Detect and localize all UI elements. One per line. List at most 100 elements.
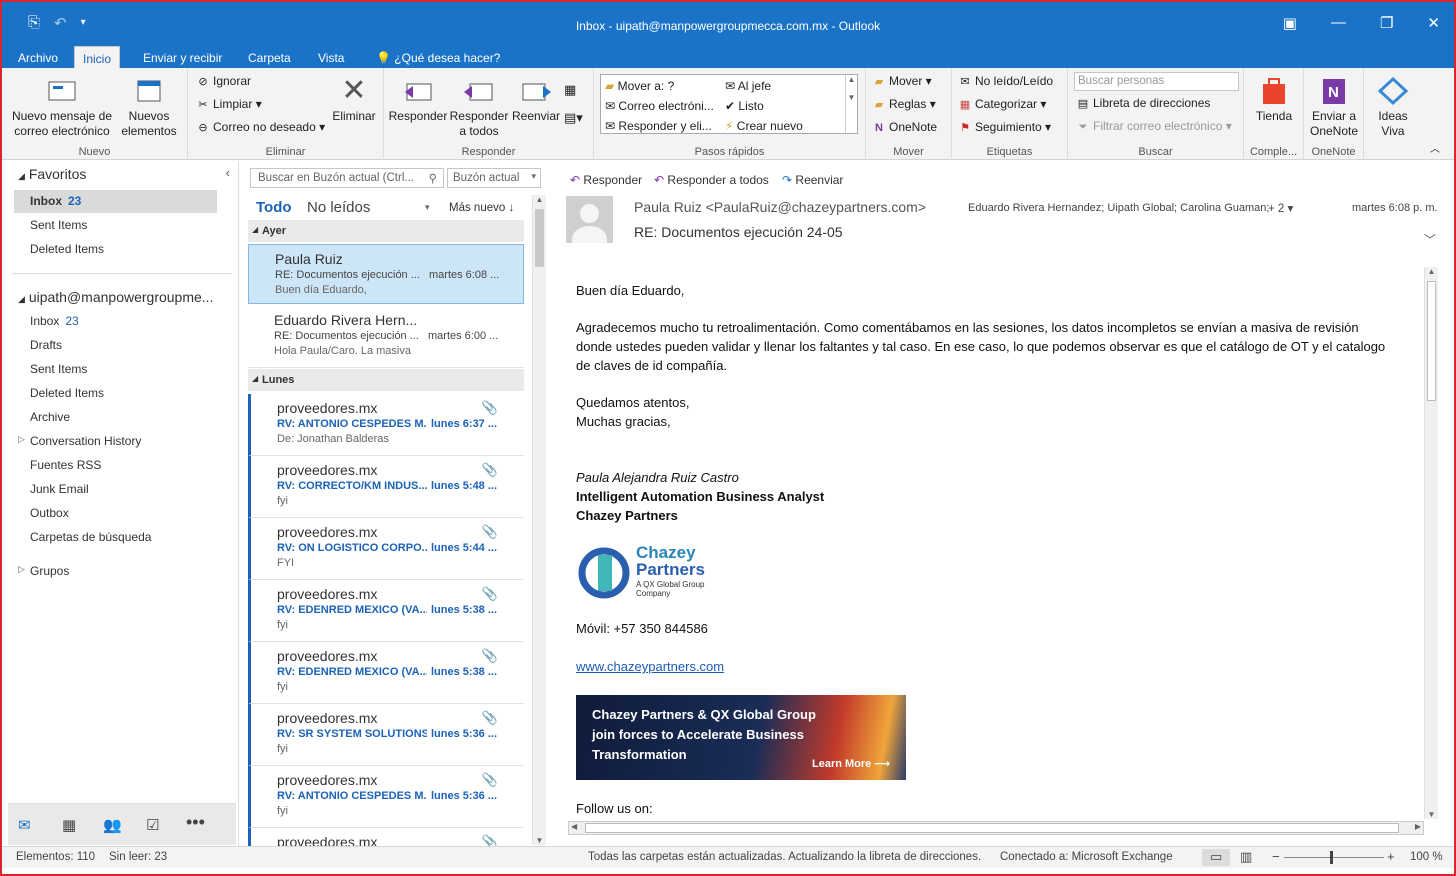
calendar-icon[interactable]: ▦: [62, 816, 76, 834]
folder-search-folders[interactable]: Carpetas de búsqueda: [30, 530, 151, 544]
junk-button[interactable]: ⊖ Correo no deseado ▾: [196, 120, 325, 134]
people-icon[interactable]: 👥: [103, 816, 122, 834]
tasks-icon[interactable]: ☑: [146, 816, 159, 834]
scroll-left-icon[interactable]: ◀: [571, 822, 577, 831]
list-item[interactable]: proveedores.mx 📎 RV: ANTONIO CESPEDES M.…: [248, 394, 524, 456]
zoom-out-icon[interactable]: −: [1272, 849, 1280, 864]
minimize-icon[interactable]: —: [1331, 14, 1346, 32]
tell-me-search[interactable]: 💡 ¿Qué desea hacer?: [368, 46, 508, 68]
sender-address[interactable]: Paula Ruiz <PaulaRuiz@chazeypartners.com…: [634, 199, 926, 215]
collapse-ribbon-icon[interactable]: ︿: [1430, 140, 1440, 155]
new-items-button[interactable]: Nuevos elementos: [114, 76, 184, 139]
delete-button[interactable]: ✕ Eliminar: [330, 76, 378, 124]
expand-header-icon[interactable]: ﹀: [1424, 231, 1436, 248]
send-to-onenote-button[interactable]: N Enviar a OneNote: [1306, 76, 1362, 139]
tab-enviar-recibir[interactable]: Enviar y recibir: [135, 46, 230, 68]
folder-drafts[interactable]: Drafts: [30, 338, 62, 352]
folder-sent-items[interactable]: Sent Items: [30, 362, 87, 376]
list-item[interactable]: proveedores.mx 📎 RV: ANTONIO CESPEDES M.…: [248, 766, 524, 828]
new-email-button[interactable]: Nuevo mensaje de correo electrónico: [10, 76, 114, 139]
scroll-down-icon[interactable]: ▼: [1425, 810, 1438, 819]
restore-icon[interactable]: ❐: [1380, 14, 1393, 32]
scroll-up-icon[interactable]: ▲: [533, 195, 546, 204]
move-button[interactable]: ▰ Mover ▾: [872, 74, 932, 88]
search-mailbox-input[interactable]: Buscar en Buzón actual (Ctrl... ⚲: [250, 168, 444, 188]
reply-all-button[interactable]: Responder a todos: [448, 76, 510, 139]
address-book-button[interactable]: ▤ Libreta de direcciones: [1076, 96, 1211, 110]
zoom-in-icon[interactable]: +: [1387, 849, 1395, 864]
favorite-sent-items[interactable]: Sent Items: [30, 218, 87, 232]
zoom-slider[interactable]: [1284, 857, 1384, 858]
list-item[interactable]: proveedores.mx 📎: [248, 828, 524, 846]
quickstep-create-new[interactable]: ⚡ Crear nuevo: [725, 119, 803, 133]
tab-carpeta[interactable]: Carpeta: [240, 46, 299, 68]
followup-button[interactable]: ⚑ Seguimiento ▾: [958, 120, 1051, 134]
filter-chevron-icon[interactable]: ▾: [425, 202, 430, 213]
list-item[interactable]: proveedores.mx 📎 RV: CORRECTO/KM INDUS..…: [248, 456, 524, 518]
group-header-monday[interactable]: ◢ Lunes: [248, 369, 524, 391]
filter-all[interactable]: Todo: [256, 199, 292, 216]
list-item[interactable]: Paula Ruiz RE: Documentos ejecución ... …: [248, 244, 524, 304]
quickstep-reply-delete[interactable]: ✉ Responder y eli...: [605, 119, 712, 133]
scroll-right-icon[interactable]: ▶: [1415, 822, 1421, 831]
list-item[interactable]: proveedores.mx 📎 RV: EDENRED MEXICO (VA.…: [248, 642, 524, 704]
reading-hscrollbar[interactable]: ◀ ▶: [568, 821, 1424, 835]
quick-steps-scroll[interactable]: ▲ ▼: [845, 75, 857, 133]
collapse-pane-icon[interactable]: ‹: [226, 165, 230, 180]
learn-more-link[interactable]: Learn More ⟶: [812, 757, 890, 770]
reading-view-icon[interactable]: ▥: [1240, 849, 1252, 865]
quickstep-to-boss[interactable]: ✉ Al jefe: [725, 79, 771, 93]
reading-scrollbar[interactable]: ▲ ▼: [1424, 267, 1438, 819]
reading-reply-button[interactable]: ↶ Responder: [570, 173, 642, 187]
clean-button[interactable]: ✂ Limpiar ▾: [196, 97, 261, 111]
unread-read-button[interactable]: ✉ No leído/Leído: [958, 74, 1053, 88]
reading-reply-all-button[interactable]: ↶ Responder a todos: [654, 173, 769, 187]
expand-triangle-icon[interactable]: ▷: [18, 434, 25, 445]
search-people-input[interactable]: Buscar personas: [1074, 72, 1239, 91]
expand-triangle-icon[interactable]: ▷: [18, 564, 25, 575]
groups-header[interactable]: ▷ Grupos: [18, 564, 69, 578]
promo-banner[interactable]: Chazey Partners & QX Global Group join f…: [576, 695, 906, 780]
group-header-yesterday[interactable]: ◢ Ayer: [248, 220, 524, 242]
scroll-up-icon[interactable]: ▲: [1425, 267, 1438, 276]
website-link[interactable]: www.chazeypartners.com: [576, 659, 724, 674]
status-connection[interactable]: Conectado a: Microsoft Exchange: [1000, 851, 1173, 863]
onenote-move-button[interactable]: N OneNote: [872, 120, 937, 134]
list-item[interactable]: proveedores.mx 📎 RV: EDENRED MEXICO (VA.…: [248, 580, 524, 642]
message-list-scrollbar[interactable]: ▲ ▼: [532, 195, 546, 845]
ribbon-display-icon[interactable]: ▣: [1283, 14, 1297, 32]
more-modules-icon[interactable]: •••: [186, 812, 205, 833]
scroll-thumb[interactable]: [535, 209, 544, 267]
tab-inicio[interactable]: Inicio: [74, 46, 121, 68]
folder-archive[interactable]: Archive: [30, 410, 70, 424]
viva-insights-button[interactable]: Ideas Viva: [1368, 76, 1418, 139]
zoom-level[interactable]: 100 %: [1410, 851, 1443, 863]
sort-dropdown[interactable]: Más nuevo ↓: [449, 202, 514, 214]
categorize-button[interactable]: ▦ Categorizar ▾: [958, 97, 1047, 111]
favorite-inbox[interactable]: Inbox 23: [30, 194, 81, 208]
list-item[interactable]: Eduardo Rivera Hern... RE: Documentos ej…: [248, 306, 524, 368]
quickstep-done[interactable]: ✔ Listo: [725, 99, 764, 113]
store-button[interactable]: Tienda: [1248, 76, 1300, 124]
meeting-reply-icon[interactable]: ▦: [564, 82, 576, 98]
ignore-button[interactable]: ⊘ Ignorar: [196, 74, 251, 88]
recipients[interactable]: Eduardo Rivera Hernandez; Uipath Global;…: [968, 202, 1269, 214]
quickstep-move-to[interactable]: ▰ Mover a: ?: [605, 79, 674, 93]
folder-outbox[interactable]: Outbox: [30, 506, 69, 520]
sender-avatar[interactable]: [566, 196, 613, 243]
folder-inbox[interactable]: Inbox 23: [30, 314, 79, 328]
close-icon[interactable]: ✕: [1427, 14, 1440, 32]
more-recipients-button[interactable]: + 2 ▾: [1268, 201, 1293, 215]
folder-deleted-items[interactable]: Deleted Items: [30, 386, 104, 400]
mail-icon[interactable]: ✉: [18, 816, 31, 834]
zoom-slider-thumb[interactable]: [1330, 851, 1333, 864]
filter-unread[interactable]: No leídos: [307, 199, 370, 216]
tab-vista[interactable]: Vista: [310, 46, 352, 68]
scroll-thumb[interactable]: [1427, 281, 1436, 401]
normal-view-icon[interactable]: ▭: [1202, 849, 1231, 866]
search-scope-dropdown[interactable]: Buzón actual ▾: [447, 168, 541, 188]
favorites-header[interactable]: ◢ Favoritos: [18, 166, 86, 182]
rules-button[interactable]: ▰ Reglas ▾: [872, 97, 936, 111]
reply-button[interactable]: Responder: [388, 76, 448, 124]
list-item[interactable]: proveedores.mx 📎 RV: ON LOGISTICO CORPO.…: [248, 518, 524, 580]
